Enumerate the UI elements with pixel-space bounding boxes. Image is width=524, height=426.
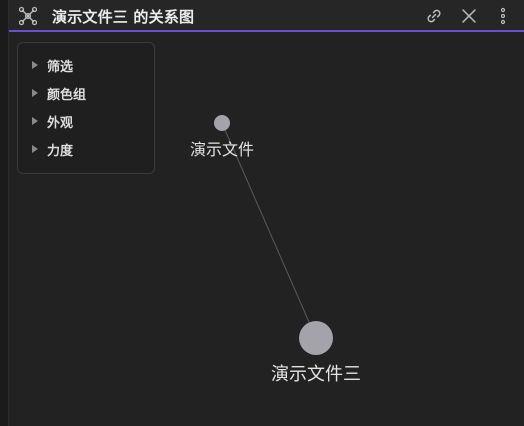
panel-item-label: 外观 — [47, 115, 74, 131]
link-icon[interactable] — [424, 6, 444, 26]
graph-view-window: 演示文件三 的关系图 演示文件 演示文件三 筛选 颜色组 外观 力度 — [0, 0, 524, 426]
collapse-arrow-icon — [32, 117, 38, 125]
panel-item-label: 筛选 — [47, 59, 74, 75]
page-title: 演示文件三 的关系图 — [52, 8, 195, 26]
node-label-demo-file[interactable]: 演示文件 — [190, 136, 254, 160]
header-bar: 演示文件三 的关系图 — [9, 0, 524, 32]
more-vertical-icon[interactable] — [493, 6, 513, 26]
graph-node-demo-file[interactable] — [214, 115, 230, 131]
collapse-arrow-icon — [32, 61, 38, 69]
collapse-arrow-icon — [32, 89, 38, 97]
collapse-arrow-icon — [32, 145, 38, 153]
close-icon[interactable] — [459, 6, 479, 26]
panel-item-display[interactable]: 外观 — [32, 111, 73, 131]
panel-item-forces[interactable]: 力度 — [32, 139, 73, 159]
graph-view-icon — [18, 6, 38, 26]
panel-item-label: 力度 — [47, 143, 74, 159]
panel-item-filters[interactable]: 筛选 — [32, 55, 73, 75]
graph-settings-panel: 筛选 颜色组 外观 力度 — [17, 42, 155, 174]
node-label-demo-file-three[interactable]: 演示文件三 — [271, 360, 361, 386]
panel-item-groups[interactable]: 颜色组 — [32, 83, 86, 103]
panel-item-label: 颜色组 — [47, 87, 87, 103]
left-sidebar-edge — [0, 0, 9, 426]
graph-node-demo-file-three[interactable] — [299, 321, 333, 355]
